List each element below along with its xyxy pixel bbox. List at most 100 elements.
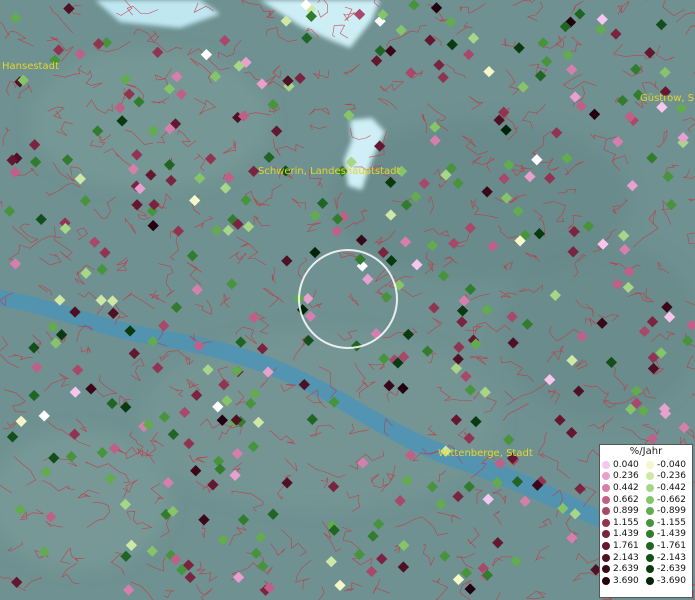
station-marker[interactable] (453, 341, 465, 353)
station-marker[interactable] (456, 316, 468, 328)
station-marker[interactable] (616, 94, 629, 107)
station-marker[interactable] (463, 48, 475, 61)
station-marker[interactable] (428, 302, 440, 314)
station-marker[interactable] (575, 100, 587, 112)
station-marker[interactable] (675, 102, 687, 115)
station-marker[interactable] (630, 63, 642, 75)
station-marker[interactable] (99, 247, 111, 259)
station-marker[interactable] (483, 65, 495, 78)
station-marker[interactable] (541, 55, 553, 68)
station-marker[interactable] (437, 71, 449, 84)
station-marker[interactable] (79, 195, 92, 207)
station-marker[interactable] (226, 278, 238, 290)
station-marker[interactable] (28, 389, 40, 402)
station-marker[interactable] (444, 16, 457, 28)
station-marker[interactable] (131, 199, 143, 211)
station-marker[interactable] (309, 209, 321, 222)
station-marker[interactable] (11, 576, 23, 588)
station-marker[interactable] (9, 166, 21, 178)
station-marker[interactable] (610, 28, 622, 40)
station-marker[interactable] (463, 481, 475, 493)
station-marker[interactable] (74, 48, 86, 60)
station-marker[interactable] (513, 42, 525, 54)
station-marker[interactable] (170, 301, 183, 314)
station-marker[interactable] (96, 263, 108, 276)
station-marker[interactable] (248, 312, 260, 324)
station-marker[interactable] (595, 23, 607, 36)
station-marker[interactable] (172, 225, 185, 237)
station-marker[interactable] (128, 347, 140, 360)
station-marker[interactable] (122, 584, 135, 596)
station-marker[interactable] (439, 550, 451, 562)
station-marker[interactable] (107, 307, 119, 319)
map-view[interactable]: Hansestadt Schwerin, Landeshauptstadt Gü… (0, 0, 695, 600)
station-marker[interactable] (458, 295, 470, 307)
station-marker[interactable] (316, 197, 329, 209)
station-marker[interactable] (211, 224, 223, 237)
station-marker[interactable] (301, 32, 313, 44)
station-marker[interactable] (95, 294, 107, 306)
station-marker[interactable] (492, 537, 504, 549)
station-marker[interactable] (219, 182, 232, 194)
station-marker[interactable] (517, 81, 529, 93)
station-marker[interactable] (217, 534, 229, 546)
station-marker[interactable] (519, 495, 531, 507)
station-marker[interactable] (537, 37, 549, 49)
station-marker[interactable] (374, 45, 386, 57)
station-marker[interactable] (242, 220, 255, 233)
station-marker[interactable] (566, 63, 578, 76)
station-marker[interactable] (325, 555, 337, 568)
station-marker[interactable] (655, 18, 668, 31)
selection-circle[interactable] (298, 249, 398, 349)
station-marker[interactable] (15, 415, 27, 427)
station-marker[interactable] (452, 490, 464, 503)
station-marker[interactable] (367, 530, 379, 542)
station-marker[interactable] (294, 72, 306, 84)
station-marker[interactable] (574, 483, 586, 495)
station-marker[interactable] (467, 32, 480, 44)
station-marker[interactable] (232, 571, 245, 584)
station-marker[interactable] (3, 205, 16, 217)
station-marker[interactable] (372, 518, 385, 530)
station-marker[interactable] (612, 136, 624, 148)
station-marker[interactable] (186, 250, 199, 262)
station-marker[interactable] (10, 12, 22, 24)
station-marker[interactable] (554, 414, 566, 426)
station-marker[interactable] (222, 224, 234, 237)
station-marker[interactable] (158, 320, 170, 332)
station-marker[interactable] (569, 91, 581, 103)
station-marker[interactable] (72, 364, 84, 376)
station-marker[interactable] (263, 151, 275, 164)
station-marker[interactable] (343, 109, 355, 121)
station-marker[interactable] (198, 514, 210, 526)
station-marker[interactable] (334, 579, 346, 592)
station-marker[interactable] (219, 34, 231, 47)
station-marker[interactable] (596, 13, 608, 26)
station-marker[interactable] (93, 38, 105, 50)
station-marker[interactable] (88, 236, 101, 248)
station-marker[interactable] (510, 555, 522, 567)
station-marker[interactable] (402, 328, 414, 341)
station-marker[interactable] (237, 514, 250, 526)
station-marker[interactable] (662, 170, 674, 183)
station-marker[interactable] (574, 8, 586, 20)
station-marker[interactable] (408, 0, 420, 11)
station-marker[interactable] (665, 199, 677, 211)
station-marker[interactable] (267, 98, 279, 111)
station-marker[interactable] (147, 219, 159, 232)
station-marker[interactable] (257, 560, 269, 572)
station-marker[interactable] (659, 66, 671, 79)
station-marker[interactable] (370, 55, 383, 67)
station-marker[interactable] (184, 571, 196, 584)
station-marker[interactable] (281, 255, 293, 267)
station-marker[interactable] (309, 246, 321, 259)
station-marker[interactable] (250, 547, 262, 560)
station-marker[interactable] (38, 410, 50, 422)
station-marker[interactable] (85, 383, 97, 395)
station-marker[interactable] (482, 493, 494, 505)
station-marker[interactable] (191, 284, 203, 296)
station-marker[interactable] (6, 431, 19, 443)
station-marker[interactable] (47, 321, 59, 333)
station-marker[interactable] (152, 362, 164, 374)
station-marker[interactable] (646, 152, 658, 164)
